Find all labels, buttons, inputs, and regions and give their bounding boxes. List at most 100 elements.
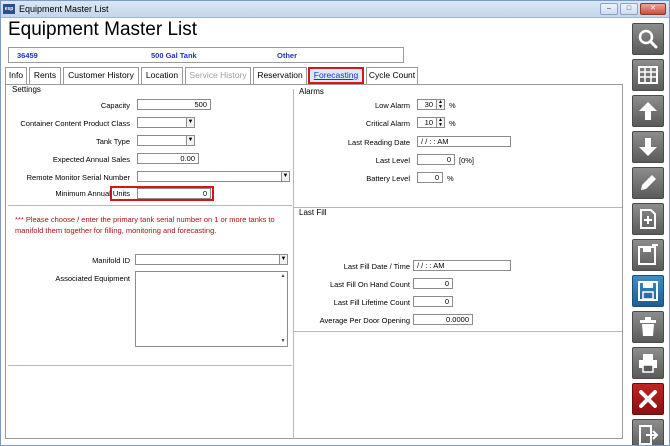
last-level-percent: [0%] (459, 156, 475, 165)
remote-serial-label: Remote Monitor Serial Number (26, 173, 130, 182)
battery-level-field[interactable]: 0 (417, 172, 443, 183)
chevron-down-icon[interactable]: ▼ (279, 255, 287, 264)
trash-icon (640, 317, 656, 336)
last-fill-section-title: Last Fill (298, 208, 328, 217)
app-icon: esp (3, 4, 15, 14)
battery-level-unit: % (447, 174, 454, 183)
last-reading-date-label: Last Reading Date (347, 138, 410, 147)
print-button[interactable] (632, 347, 664, 379)
lastfill-divider (294, 331, 622, 332)
manifold-id-label: Manifold ID (92, 256, 130, 265)
chevron-down-icon[interactable]: ▼ (281, 172, 289, 181)
tank-type-label: Tank Type (95, 137, 130, 146)
edit-button[interactable] (632, 167, 664, 199)
maximize-button[interactable]: □ (620, 3, 638, 15)
close-icon (639, 390, 657, 408)
critical-alarm-unit: % (449, 119, 456, 128)
alarms-divider (294, 207, 622, 208)
arrow-up-icon (639, 102, 657, 120)
alarms-section-title: Alarms (298, 87, 325, 96)
equipment-number: 36459 (17, 51, 38, 60)
spinner-icon[interactable]: ▲ ▼ (436, 100, 444, 109)
last-level-field[interactable]: 0 (417, 154, 455, 165)
chevron-down-icon[interactable]: ▼ (186, 136, 194, 145)
tank-type-select[interactable]: ▼ (137, 135, 195, 146)
min-annual-units-field[interactable]: 0 (137, 188, 211, 199)
save-as-button[interactable] (632, 239, 664, 271)
last-level-label: Last Level (375, 156, 410, 165)
window-title: Equipment Master List (19, 4, 109, 14)
pencil-icon (641, 175, 656, 190)
capacity-label: Capacity (100, 101, 130, 110)
tab-forecasting[interactable]: Forecasting (308, 67, 364, 84)
battery-level-label: Battery Level (366, 174, 410, 183)
last-fill-date-field[interactable]: / / : : AM (413, 260, 511, 271)
manifold-warning: *** Please choose / enter the primary ta… (15, 215, 275, 235)
avg-per-door-field[interactable]: 0.0000 (413, 314, 473, 325)
critical-alarm-label: Critical Alarm (365, 119, 410, 128)
save-as-icon (638, 244, 658, 265)
associated-equipment-list[interactable]: ▲ ▼ (135, 271, 288, 347)
low-alarm-label: Low Alarm (374, 101, 410, 110)
last-fill-onhand-label: Last Fill On Hand Count (329, 280, 410, 289)
column-divider (293, 89, 294, 439)
critical-alarm-field[interactable]: 10 ▲ ▼ (417, 117, 445, 128)
settings-section-title: Settings (11, 85, 42, 94)
grid-icon (638, 66, 658, 84)
min-annual-units-label: Minimum Annual Units (55, 189, 130, 198)
app-window: esp Equipment Master List – □ ✕ Equipmen… (0, 0, 670, 446)
chevron-down-icon[interactable]: ▼ (186, 118, 194, 127)
exit-icon (639, 425, 659, 445)
delete-button[interactable] (632, 311, 664, 343)
last-fill-date-label: Last Fill Date / Time (343, 262, 410, 271)
equipment-category: Other (277, 51, 298, 60)
equipment-header: 36459 500 Gal Tank Other (8, 47, 404, 63)
forecasting-panel: Settings Alarms Last Fill Capacity 500 C… (5, 84, 623, 439)
tab-service-history[interactable]: Service History (185, 67, 251, 84)
search-button[interactable] (632, 23, 664, 55)
remote-serial-select[interactable]: ▼ (137, 171, 290, 182)
low-alarm-field[interactable]: 30 ▲ ▼ (417, 99, 445, 110)
associated-equipment-label: Associated Equipment (55, 274, 130, 283)
print-icon (639, 354, 657, 373)
expected-sales-field[interactable]: 0.00 (137, 153, 199, 164)
new-document-icon (640, 209, 656, 229)
lower-left-divider (8, 365, 292, 366)
settings-divider (8, 205, 292, 206)
tab-info[interactable]: Info (5, 67, 27, 84)
tab-reservation[interactable]: Reservation (253, 67, 307, 84)
minimize-button[interactable]: – (600, 3, 618, 15)
last-fill-lifetime-label: Last Fill Lifetime Count (333, 298, 410, 307)
container-class-select[interactable]: ▼ (137, 117, 195, 128)
tab-rents[interactable]: Rents (29, 67, 61, 84)
previous-record-button[interactable] (632, 95, 664, 127)
avg-per-door-label: Average Per Door Opening (319, 316, 410, 325)
last-reading-date-field[interactable]: / / : : AM (417, 136, 511, 147)
expected-sales-label: Expected Annual Sales (52, 155, 130, 164)
close-window-button[interactable]: ✕ (640, 3, 666, 15)
last-fill-lifetime-field[interactable]: 0 (413, 296, 453, 307)
cancel-button[interactable] (632, 383, 664, 415)
next-record-button[interactable] (632, 131, 664, 163)
save-button[interactable] (632, 275, 664, 307)
container-class-label: Container Content Product Class (20, 119, 130, 128)
manifold-id-select[interactable]: ▼ (135, 254, 288, 265)
grid-view-button[interactable] (632, 59, 664, 91)
tab-location[interactable]: Location (141, 67, 183, 84)
exit-button[interactable] (632, 419, 664, 445)
new-record-button[interactable] (632, 203, 664, 235)
search-icon (638, 29, 658, 49)
equipment-tank: 500 Gal Tank (151, 51, 197, 60)
last-fill-onhand-field[interactable]: 0 (413, 278, 453, 289)
scroll-down-icon[interactable]: ▼ (279, 337, 287, 346)
title-bar: esp Equipment Master List – □ ✕ (1, 1, 669, 18)
low-alarm-unit: % (449, 101, 456, 110)
spinner-icon[interactable]: ▲ ▼ (436, 118, 444, 127)
arrow-down-icon (639, 138, 657, 156)
tab-customer-history[interactable]: Customer History (63, 67, 139, 84)
save-icon (638, 281, 658, 301)
tab-cycle-count[interactable]: Cycle Count (366, 67, 418, 84)
scroll-up-icon[interactable]: ▲ (279, 272, 287, 281)
capacity-field[interactable]: 500 (137, 99, 211, 110)
page-title: Equipment Master List (8, 19, 198, 40)
